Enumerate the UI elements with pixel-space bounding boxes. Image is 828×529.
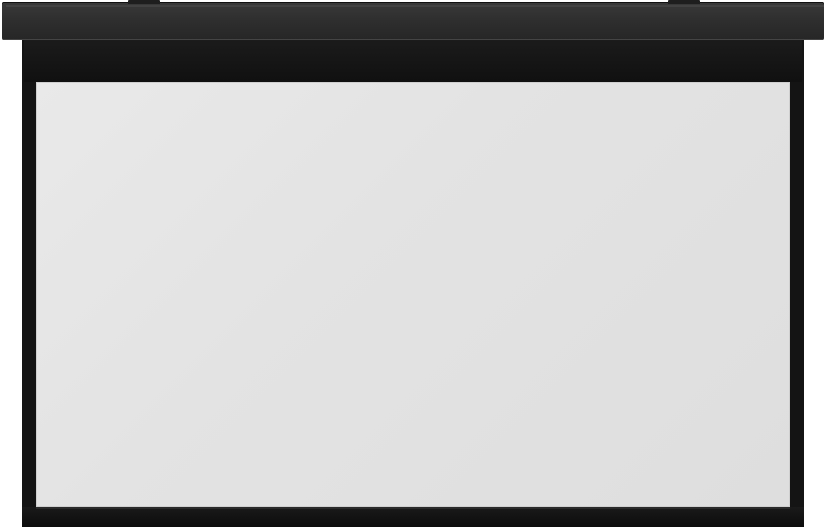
screen-bottom-bar — [22, 507, 804, 527]
mounting-bracket-right — [668, 0, 700, 4]
projection-surface — [36, 82, 790, 507]
housing-highlight — [6, 5, 824, 7]
projector-screen-scene — [0, 0, 828, 529]
bottom-bar-edge — [36, 507, 790, 509]
mounting-bracket-left — [128, 0, 160, 4]
screen-top-black-border — [24, 40, 802, 82]
screen-housing — [2, 2, 824, 40]
